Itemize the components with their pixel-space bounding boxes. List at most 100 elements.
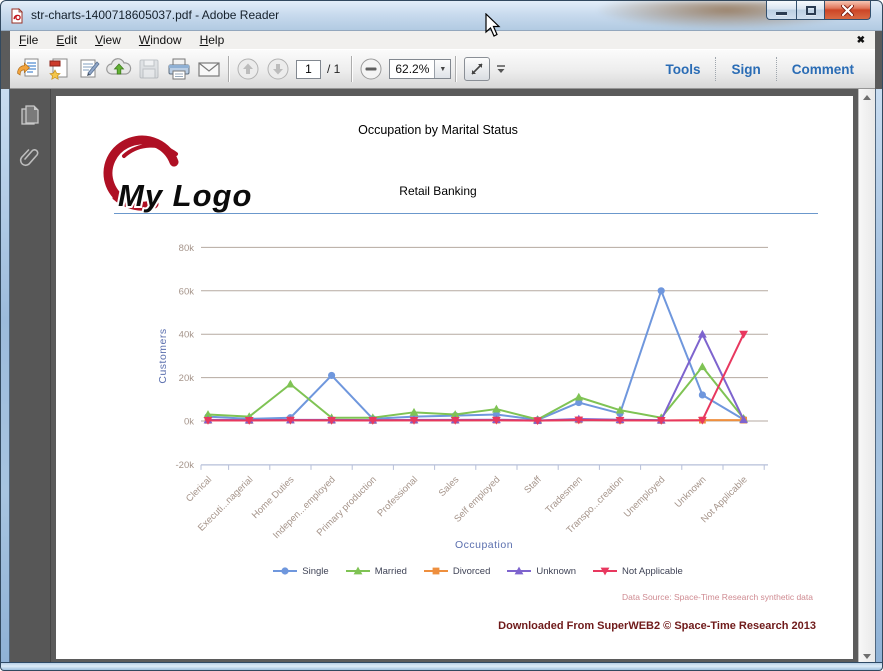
download-footer: Downloaded From SuperWEB2 © Space-Time R… [498,620,816,632]
legend-marker-icon [593,567,617,576]
document-canvas[interactable]: Occupation by Marital Status Retail Bank… [51,89,875,664]
menu-window[interactable]: Window [130,32,191,48]
restore-icon [805,5,816,15]
sign-fill-button[interactable] [74,54,104,84]
cloud-upload-icon [106,58,132,75]
minimize-button[interactable] [766,1,796,20]
svg-text:0k: 0k [184,417,194,428]
legend-marker-icon [345,566,370,575]
window-right-border [875,89,882,664]
save-button[interactable] [134,54,164,84]
legend-marker-icon [507,566,532,575]
restore-button[interactable] [796,1,825,20]
svg-text:Unknown: Unknown [673,474,709,510]
adobe-reader-window: str-charts-1400718605037.pdf - Adobe Rea… [0,0,883,671]
legend-label: Not Applicable [622,565,683,577]
next-page-icon [267,58,289,80]
legend-item: Married [345,565,407,577]
legend-label: Married [374,565,407,577]
legend-label: Divorced [452,565,491,577]
menu-help[interactable]: Help [191,32,234,48]
save-icon [139,59,159,79]
minimize-icon [776,11,787,15]
toolbar-separator [228,56,229,82]
svg-text:60k: 60k [179,286,195,297]
next-page-button[interactable] [263,54,293,84]
print-icon [168,58,190,80]
toolbar-overflow-button[interactable] [492,57,510,81]
pdf-page: Occupation by Marital Status Retail Bank… [56,96,853,659]
svg-text:20k: 20k [179,373,195,384]
zoom-level-value: 62.2% [395,62,430,76]
email-icon [198,62,220,77]
menubar-close-icon[interactable]: ✖ [857,35,865,46]
toolbar-overflow-icon [497,65,506,73]
legend-marker-icon [273,567,298,575]
attachments-button[interactable] [15,143,45,171]
previous-page-icon [237,58,259,80]
attachments-icon [19,149,39,167]
sign-button[interactable]: Sign [716,58,775,81]
legend-item: Divorced [423,565,491,577]
svg-text:Sales: Sales [437,474,462,499]
chart-legend: Single Married Divorced Unknown Not Applicab… [56,565,853,577]
svg-text:80k: 80k [179,243,195,254]
legend-marker-icon [423,567,448,575]
svg-text:-20k: -20k [176,460,195,471]
toolbar-separator [455,56,457,82]
chevron-down-icon[interactable]: ▼ [434,60,451,78]
arrow-down-icon [863,653,871,659]
menubar: File Edit View Window Help ✖ [10,31,875,49]
legend-label: Single [302,565,329,577]
tools-button[interactable]: Tools [650,58,715,81]
menu-edit[interactable]: Edit [47,32,86,48]
svg-text:Professional: Professional [375,474,420,519]
page-thumbnails-icon [21,105,39,125]
fit-window-icon [471,63,483,75]
email-button[interactable] [194,54,224,84]
sign-fill-icon [80,59,100,78]
scroll-up-button[interactable] [859,89,875,105]
zoom-out-button[interactable] [356,54,386,84]
svg-text:Tradesmen: Tradesmen [543,474,585,516]
previous-page-button[interactable] [233,54,263,84]
window-left-border [1,89,10,664]
zoom-level-select[interactable]: 62.2% ▼ [389,59,452,79]
open-icon [17,58,39,77]
window-title: str-charts-1400718605037.pdf - Adobe Rea… [31,8,280,22]
legend-item: Single [272,565,329,577]
legend-item: Not Applicable [592,565,683,577]
print-button[interactable] [164,54,194,84]
svg-text:Clerical: Clerical [184,474,214,504]
page-thumbnails-button[interactable] [15,101,45,129]
titlebar[interactable]: str-charts-1400718605037.pdf - Adobe Rea… [1,1,882,31]
navigation-pane [10,89,51,664]
svg-text:Customers: Customers [157,328,169,383]
close-icon [841,4,854,16]
page-number-input[interactable] [296,59,321,79]
create-pdf-icon [49,58,68,80]
menu-view[interactable]: View [86,32,130,48]
svg-text:40k: 40k [179,330,195,341]
close-button[interactable] [825,1,871,20]
legend-label: Unknown [536,565,576,577]
comment-button[interactable]: Comment [777,58,869,81]
svg-text:Staff: Staff [522,474,544,496]
legend-item: Unknown [506,565,576,577]
toolbar-separator [351,56,353,82]
pdf-file-icon [9,8,25,24]
page-total-label: / 1 [327,62,341,76]
cloud-upload-button[interactable] [104,54,134,84]
vertical-scrollbar[interactable] [858,89,875,664]
create-pdf-button[interactable] [44,54,74,84]
svg-text:Unemployed: Unemployed [622,474,667,519]
open-button[interactable] [14,54,44,84]
data-source-note: Data Source: Space-Time Research synthet… [621,592,813,602]
zoom-out-icon [360,58,382,80]
toolbar: / 1 62.2% ▼ Tools [10,49,875,89]
arrow-up-icon [863,94,871,100]
svg-text:Occupation: Occupation [455,539,513,551]
fit-window-button[interactable] [464,57,491,81]
menu-file[interactable]: File [10,32,47,48]
window-bottom-border [1,662,882,670]
